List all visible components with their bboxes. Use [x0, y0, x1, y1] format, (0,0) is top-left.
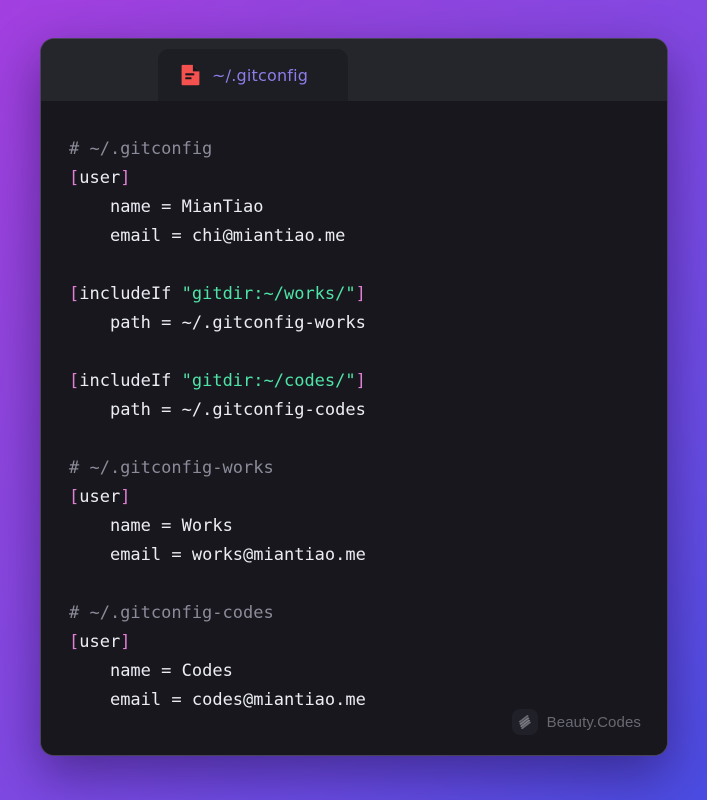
maximize-window-button[interactable]	[111, 63, 126, 78]
code-content: # ~/.gitconfig [user] name = MianTiao em…	[69, 139, 366, 710]
tab-label: ~/.gitconfig	[212, 65, 309, 85]
window-titlebar: ~/.gitconfig	[41, 39, 667, 101]
beauty-codes-logo-icon	[511, 709, 538, 735]
file-document-icon	[181, 64, 201, 86]
tab-gitconfig[interactable]: ~/.gitconfig	[158, 49, 348, 101]
watermark-label: Beauty.Codes	[546, 713, 641, 731]
editor-window: ~/.gitconfig # ~/.gitconfig [user] name …	[40, 38, 668, 756]
traffic-light-group	[61, 39, 126, 101]
minimize-window-button[interactable]	[86, 63, 101, 78]
close-window-button[interactable]	[61, 63, 76, 78]
code-editor-area[interactable]: # ~/.gitconfig [user] name = MianTiao em…	[41, 101, 667, 755]
watermark: Beauty.Codes	[511, 709, 641, 735]
